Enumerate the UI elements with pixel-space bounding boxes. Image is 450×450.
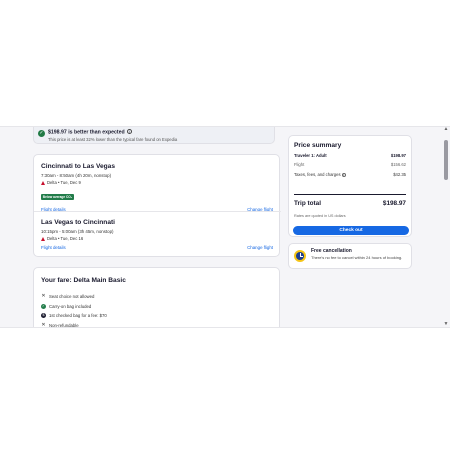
free-cancellation-card: Free cancellation There's no fee to canc… xyxy=(288,243,412,269)
x-icon: ✕ xyxy=(41,293,46,300)
summary-divider xyxy=(294,194,406,195)
trip-total-row: Trip total $198.97 xyxy=(294,200,406,207)
check-icon: ✓ xyxy=(41,303,46,309)
leg-airline-text: Delta • Tue, Dec 9 xyxy=(47,180,81,185)
taxes-row: Taxes, fees, and charges i $42.35 xyxy=(294,172,406,177)
fare-title: Your fare: Delta Main Basic xyxy=(41,277,126,284)
price-insight-banner: ✓ $198.97 is better than expected i This … xyxy=(33,127,275,144)
page-scrollbar[interactable]: ▲ ▼ xyxy=(443,126,449,328)
leg-airline: Delta • Tue, Dec 9 xyxy=(41,180,273,185)
leg-route: Las Vegas to Cincinnati xyxy=(41,219,116,226)
fare-feature: ✓ Carry-on bag included xyxy=(41,303,92,309)
info-icon[interactable]: i xyxy=(341,173,346,177)
flight-leg-outbound: Cincinnati to Las Vegas 7:30am - 8:50am … xyxy=(41,163,273,212)
flights-card: Cincinnati to Las Vegas 7:30am - 8:50am … xyxy=(33,154,281,257)
delta-logo-icon xyxy=(41,180,45,185)
price-summary-card: Price summary Traveler 1: Adult $198.97 … xyxy=(288,135,412,237)
flight-details-link[interactable]: Flight details xyxy=(41,245,66,250)
x-icon: ✕ xyxy=(41,321,46,328)
banner-subtitle: This price is at least 32% lower than th… xyxy=(48,136,178,142)
check-out-button[interactable]: Check out xyxy=(293,226,409,235)
leg-times: 10:15pm - 5:00am (3h 45m, nonstop) xyxy=(41,229,114,234)
leg-airline: Delta • Tue, Dec 16 xyxy=(41,236,273,241)
leg-times: 7:30am - 8:50am (4h 20m, nonstop) xyxy=(41,173,112,178)
fare-feature: ✕ Seat choice not allowed xyxy=(41,293,95,300)
currency-note: Rates are quoted in US dollars xyxy=(294,214,346,218)
leg-divider xyxy=(34,211,281,212)
scroll-down-icon[interactable]: ▼ xyxy=(443,322,449,327)
cancellation-title: Free cancellation xyxy=(311,248,352,254)
traveler-row: Traveler 1: Adult $198.97 xyxy=(294,153,406,158)
check-circle-icon: ✓ xyxy=(38,130,45,137)
flight-leg-return: Las Vegas to Cincinnati 10:15pm - 5:00am… xyxy=(41,219,273,250)
clock-icon xyxy=(294,250,306,262)
price-summary-title: Price summary xyxy=(294,142,342,149)
change-flight-link[interactable]: Change flight xyxy=(247,245,273,250)
co2-badge: Below average CO₂ xyxy=(41,194,75,200)
cancellation-text: There's no fee to cancel within 24 hours… xyxy=(311,255,403,260)
scroll-up-icon[interactable]: ▲ xyxy=(443,127,449,132)
fare-feature: ✕ Non-refundable xyxy=(41,321,79,328)
fare-features-list: ✕ Seat choice not allowed ✓ Carry-on bag i… xyxy=(41,292,107,328)
scrollbar-thumb[interactable] xyxy=(444,140,448,180)
delta-logo-icon xyxy=(41,236,45,241)
info-icon[interactable]: i xyxy=(126,129,132,134)
fare-feature: $1st checked bag for a fee: $70 xyxy=(41,313,107,319)
flight-row: Flight $156.62 xyxy=(294,162,406,167)
banner-title: $198.97 is better than expected xyxy=(48,129,125,136)
fare-card: Your fare: Delta Main Basic ✕ Seat choice… xyxy=(33,267,280,328)
leg-route: Cincinnati to Las Vegas xyxy=(41,163,116,170)
checkout-page: ✓ $198.97 is better than expected i This … xyxy=(0,126,450,328)
leg-airline-text: Delta • Tue, Dec 16 xyxy=(47,236,84,241)
dollar-icon: $ xyxy=(41,313,46,319)
